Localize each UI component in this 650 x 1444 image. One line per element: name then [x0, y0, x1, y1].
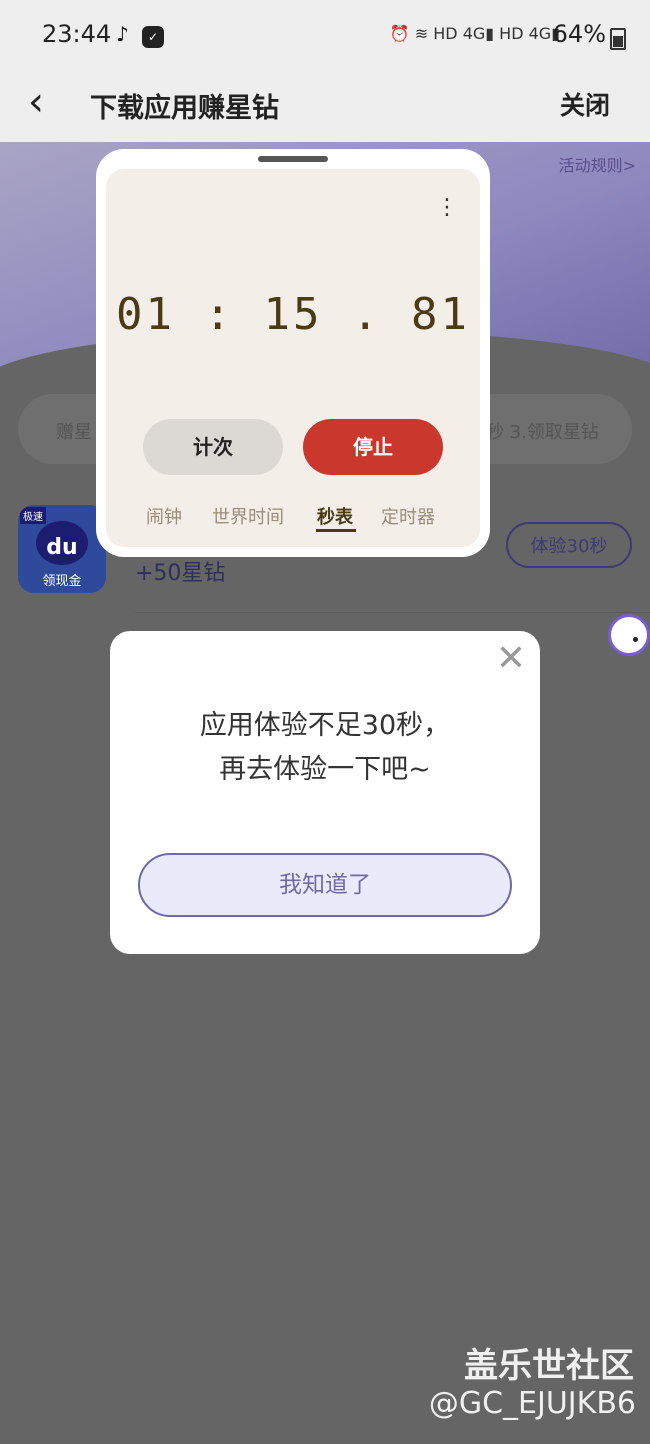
- tab-stopwatch[interactable]: 秒表: [317, 503, 353, 529]
- battery-percent: 64%: [552, 20, 606, 48]
- gallery-icon: ✓: [142, 26, 164, 48]
- app-icon-caption: 领现金: [42, 574, 82, 589]
- tab-timer[interactable]: 定时器: [381, 503, 435, 529]
- watermark-user: @GC_EJUJKB6: [428, 1386, 636, 1421]
- tab-alarm[interactable]: 闹钟: [146, 503, 182, 529]
- more-options-icon[interactable]: ⋮: [436, 197, 458, 219]
- drag-handle[interactable]: [258, 156, 328, 162]
- watermark-title: 盖乐世社区: [464, 1346, 634, 1386]
- stopwatch-time: 01 : 15 . 81: [116, 289, 470, 340]
- lap-button[interactable]: 计次: [143, 419, 283, 475]
- activity-rules-link[interactable]: 活动规则>: [559, 152, 636, 176]
- network-icons: ⏰ ≋ HD 4G▮ HD 4G▮: [389, 24, 560, 43]
- active-tab-indicator: [316, 529, 356, 532]
- step-1-label: 赠星: [56, 422, 92, 443]
- stopwatch-card: [106, 169, 480, 547]
- dialog-message-line1: 应用体验不足30秒，: [199, 710, 451, 741]
- app-icon-badge: 极速: [20, 507, 46, 524]
- step-3-label: 秒 3.领取星钻: [486, 422, 599, 443]
- status-bar: 23:44 ♪ ✓ ⏰ ≋ HD 4G▮ HD 4G▮ 64%: [0, 0, 650, 72]
- reward-text: +50星钻: [135, 561, 226, 586]
- tab-world-clock[interactable]: 世界时间: [212, 503, 284, 529]
- floating-assistant-icon[interactable]: [608, 614, 650, 656]
- dialog-message-line2: 再去体验一下吧~: [219, 754, 431, 785]
- app-icon-text: du: [46, 535, 78, 560]
- status-time: 23:44: [42, 20, 112, 48]
- stop-button[interactable]: 停止: [303, 419, 443, 475]
- got-it-button[interactable]: 我知道了: [138, 853, 512, 917]
- page-title: 下载应用赚星钻: [90, 93, 279, 124]
- close-icon[interactable]: ✕: [496, 639, 526, 679]
- try-30s-button[interactable]: 体验30秒: [506, 522, 632, 568]
- close-button[interactable]: 关闭: [560, 86, 610, 122]
- baidu-app-icon[interactable]: du 极速 领现金: [18, 505, 106, 593]
- battery-icon: [610, 28, 626, 50]
- app-header: ‹ 下载应用赚星钻 关闭: [0, 72, 650, 142]
- row-divider: [135, 612, 650, 613]
- tiktok-icon: ♪: [116, 22, 129, 46]
- notice-dialog: ✕ 应用体验不足30秒， 再去体验一下吧~ 我知道了: [110, 631, 540, 954]
- stopwatch-popup: ⋮ 01 : 15 . 81 计次 停止 闹钟 世界时间 秒表 定时器: [96, 149, 490, 557]
- back-arrow-icon[interactable]: ‹: [28, 82, 44, 122]
